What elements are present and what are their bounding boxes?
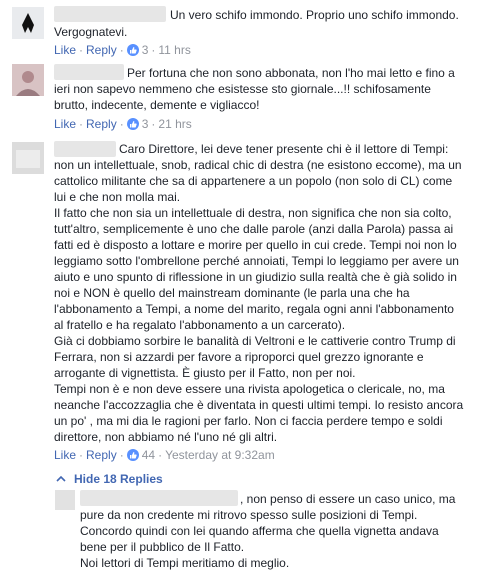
- reply-link[interactable]: Reply: [86, 448, 117, 462]
- comment-text: Caro Direttore, lei deve tener presente …: [119, 142, 449, 156]
- like-badge-icon[interactable]: [126, 449, 139, 461]
- commenter-avatar[interactable]: [12, 7, 44, 39]
- like-count[interactable]: 3: [142, 43, 149, 57]
- reply-text: , non penso di essere un caso unico, ma: [240, 492, 456, 506]
- commenter-name-redacted[interactable]: [54, 141, 116, 157]
- reply-link[interactable]: Reply: [86, 117, 117, 131]
- reply-link[interactable]: Reply: [86, 43, 117, 57]
- like-count[interactable]: 44: [142, 448, 155, 462]
- comment-actions: Like · Reply · 3 · 11 hrs: [54, 43, 191, 57]
- reply-text: bene per il pubblico de Il Fatto.: [80, 540, 245, 554]
- commenter-name-redacted[interactable]: [54, 6, 166, 22]
- comment-text: leggiamo sotto l'ombrellone perché annoi…: [54, 254, 459, 268]
- hide-replies-link[interactable]: Hide 18 Replies: [56, 472, 163, 486]
- avatar-blurred-icon: [55, 490, 75, 510]
- hide-replies-label: Hide 18 Replies: [74, 472, 163, 486]
- comment-text: fatti ed è disposto a lottare e morire p…: [54, 238, 457, 252]
- comment-text: lui e che non molla mai.: [54, 190, 181, 204]
- timestamp[interactable]: Yesterday at 9:32am: [165, 448, 275, 462]
- like-link[interactable]: Like: [54, 117, 76, 131]
- reply-avatar[interactable]: [55, 490, 75, 510]
- comment-text: Un vero schifo immondo. Proprio uno schi…: [170, 8, 459, 22]
- comment-text: Già ci dobbiamo sorbire le banalità di V…: [54, 334, 456, 348]
- like-link[interactable]: Like: [54, 43, 76, 57]
- like-badge-icon[interactable]: [126, 44, 139, 56]
- comment-text: aiuto e uno spunto di riflessione in un …: [54, 270, 457, 284]
- comment-text: neanche l'accozzaglia che è diventata in…: [54, 398, 464, 412]
- comment-text: arrogante di vignettista. È giusto per i…: [54, 366, 356, 380]
- avatar-photo-icon: [12, 64, 44, 96]
- comment-text: brutto, indecente, demente e vigliacco!: [54, 98, 260, 112]
- commenter-avatar[interactable]: [12, 64, 44, 96]
- comment-text: Il fatto che non sia un intellettuale di…: [54, 206, 452, 220]
- chevron-up-icon: [56, 475, 66, 482]
- comment-actions: Like · Reply · 3 · 21 hrs: [54, 117, 192, 131]
- comment-text: cattolico militante che sa di appartener…: [54, 174, 453, 188]
- reply-text: pure da non credente mi ritrovo spesso s…: [80, 508, 418, 522]
- comment-text: tutt'altro, semplicemente è uno che dall…: [54, 222, 454, 236]
- comment-actions: Like · Reply · 44 · Yesterday at 9:32am: [54, 448, 275, 462]
- avatar-ribbon-icon: [12, 7, 44, 39]
- comment-text: al fratello e ha regalato l'abbonamento …: [54, 318, 346, 332]
- replier-name-redacted[interactable]: [80, 490, 238, 506]
- comment-text: direttore, non abbiamo né l'uno né gli a…: [54, 430, 278, 444]
- timestamp[interactable]: 21 hrs: [158, 117, 191, 131]
- comment-text: Tempi non è e non deve essere una rivist…: [54, 382, 445, 396]
- avatar-blurred-icon: [12, 142, 44, 174]
- timestamp[interactable]: 11 hrs: [158, 43, 190, 57]
- reply-text: Concordo quindi con lei quando afferma c…: [80, 524, 439, 538]
- comment-text: ieri non sapevo nemmeno che esistesse st…: [54, 82, 431, 96]
- like-badge-icon[interactable]: [126, 118, 139, 130]
- comment-text: Ferrara, non si azzardi per favore a rip…: [54, 350, 424, 364]
- comment-text: Vergognatevi.: [54, 25, 128, 39]
- commenter-avatar[interactable]: [12, 142, 44, 174]
- comment-text: l'abbonamento a Tempi, a nome del marito…: [54, 302, 454, 316]
- like-count[interactable]: 3: [142, 117, 149, 131]
- commenter-name-redacted[interactable]: [54, 64, 124, 80]
- comment-text: noi e NON è quello del mainstream domina…: [54, 286, 410, 300]
- comment-text: non un intellettuale, snob, radical chic…: [54, 158, 462, 172]
- comment-text: Per fortuna che non sono abbonata, non l…: [127, 66, 455, 80]
- reply-text: Noi lettori di Tempi meritiamo di meglio…: [80, 556, 290, 570]
- comment-text: un po' , ma mi dia le ragioni per farlo.…: [54, 414, 443, 428]
- like-link[interactable]: Like: [54, 448, 76, 462]
